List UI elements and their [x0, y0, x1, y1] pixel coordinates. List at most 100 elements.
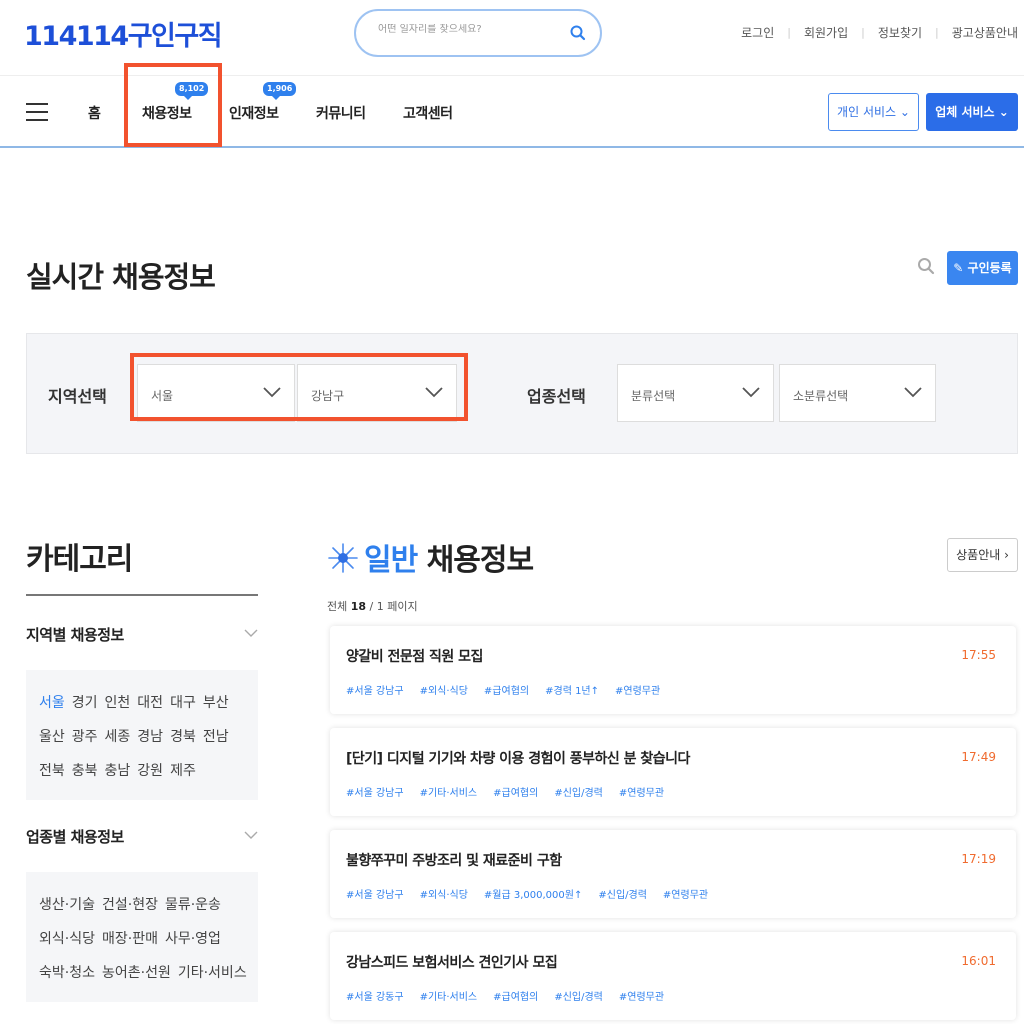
region-link[interactable]: 충남 — [105, 763, 131, 779]
job-tag[interactable]: #신입/경력 — [554, 788, 603, 799]
job-tag[interactable]: #외식·식당 — [420, 890, 468, 901]
job-card[interactable]: 불향쭈꾸미 주방조리 및 재료준비 구함 17:19 #서울 강남구 #외식·식당… — [330, 830, 1016, 918]
jobs-nav-highlight — [124, 63, 222, 147]
category-select-value: 분류선택 — [631, 389, 676, 403]
job-tag[interactable]: #서울 강남구 — [346, 788, 404, 799]
chevron-down-icon — [742, 387, 760, 398]
job-tag[interactable]: #서울 강남구 — [346, 686, 404, 697]
divider: | — [935, 26, 939, 39]
region-link[interactable]: 전북 — [39, 763, 65, 779]
job-time: 17:49 — [961, 750, 996, 764]
site-logo[interactable]: 114114구인구직 — [24, 14, 223, 53]
industry-row: 숙박·청소 농어촌·선원 기타·서비스 — [39, 962, 254, 982]
region-link[interactable]: 경북 — [170, 729, 196, 745]
find-info-link[interactable]: 정보찾기 — [878, 24, 922, 41]
region-link[interactable]: 전남 — [203, 729, 229, 745]
region-link[interactable]: 울산 — [39, 729, 65, 745]
menu-icon[interactable] — [26, 103, 48, 121]
job-tag[interactable]: #연령무관 — [619, 992, 664, 1003]
industry-link[interactable]: 사무·영업 — [165, 931, 221, 947]
job-tag[interactable]: #신입/경력 — [598, 890, 647, 901]
region-link-seoul[interactable]: 서울 — [39, 695, 65, 711]
job-tag[interactable]: #월급 3,000,000원↑ — [484, 890, 582, 901]
signup-link[interactable]: 회원가입 — [804, 24, 848, 41]
industry-row: 생산·기술 건설·현장 물류·운송 — [39, 894, 228, 914]
industry-link[interactable]: 매장·판매 — [102, 931, 158, 947]
job-card[interactable]: 강남스피드 보험서비스 견인기사 모집 16:01 #서울 강동구 #기타·서비스… — [330, 932, 1016, 1020]
register-job-button[interactable]: ✎ 구인등록 — [947, 251, 1018, 285]
region-link[interactable]: 인천 — [105, 695, 131, 711]
count-suffix: / 1 페이지 — [366, 600, 418, 613]
job-title[interactable]: 불향쭈꾸미 주방조리 및 재료준비 구함 — [346, 850, 562, 870]
personal-service-button[interactable]: 개인 서비스 ⌄ — [828, 93, 919, 131]
job-card[interactable]: 양갈비 전문점 직원 모집 17:55 #서울 강남구 #외식·식당 #급여협의 #경… — [330, 626, 1016, 714]
industry-link[interactable]: 생산·기술 — [39, 897, 95, 913]
job-tag[interactable]: #외식·식당 — [420, 686, 468, 697]
jobs-title-highlight: 일반 — [364, 543, 418, 578]
job-tag[interactable]: #서울 강남구 — [346, 890, 404, 901]
job-tags: #서울 강남구 #기타·서비스 #급여협의 #신입/경력 #연령무관 — [346, 784, 680, 799]
product-info-button[interactable]: 상품안내 › — [947, 538, 1018, 572]
ad-products-link[interactable]: 광고상품안내 — [952, 24, 1018, 41]
job-tag[interactable]: #서울 강동구 — [346, 992, 404, 1003]
industry-link[interactable]: 건설·현장 — [102, 897, 158, 913]
industry-label: 업종선택 — [527, 387, 586, 406]
region-link[interactable]: 경기 — [72, 695, 98, 711]
job-tag[interactable]: #연령무관 — [619, 788, 664, 799]
divider — [26, 594, 258, 596]
category-title: 카테고리 — [26, 542, 133, 577]
region-link[interactable]: 광주 — [72, 729, 98, 745]
industry-list: 생산·기술 건설·현장 물류·운송 외식·식당 매장·판매 사무·영업 숙박·청소 농어촌… — [26, 872, 258, 1002]
search-icon[interactable] — [916, 256, 936, 276]
divider: | — [787, 26, 791, 39]
job-tag[interactable]: #급여협의 — [484, 686, 529, 697]
region-link[interactable]: 대전 — [137, 695, 163, 711]
industry-link[interactable]: 기타·서비스 — [178, 965, 247, 981]
region-link[interactable]: 강원 — [137, 763, 163, 779]
utility-links: 로그인 | 회원가입 | 정보찾기 | 광고상품안내 — [741, 24, 1018, 41]
region-link[interactable]: 경남 — [137, 729, 163, 745]
job-tags: #서울 강동구 #기타·서비스 #급여협의 #신입/경력 #연령무관 — [346, 988, 680, 1003]
job-tags: #서울 강남구 #외식·식당 #급여협의 #경력 1년↑ #연령무관 — [346, 682, 676, 697]
subcategory-select-value: 소분류선택 — [793, 389, 849, 403]
subcategory-select[interactable]: 소분류선택 — [779, 364, 936, 422]
region-link[interactable]: 부산 — [203, 695, 229, 711]
job-title[interactable]: 양갈비 전문점 직원 모집 — [346, 646, 483, 666]
nav-community[interactable]: 커뮤니티 — [316, 103, 366, 123]
job-tag[interactable]: #기타·서비스 — [420, 992, 478, 1003]
job-tag[interactable]: #신입/경력 — [554, 992, 603, 1003]
job-tag[interactable]: #급여협의 — [493, 992, 538, 1003]
region-link[interactable]: 세종 — [105, 729, 131, 745]
region-link[interactable]: 충북 — [72, 763, 98, 779]
login-link[interactable]: 로그인 — [741, 24, 774, 41]
search-box[interactable] — [354, 9, 602, 57]
divider: | — [861, 26, 865, 39]
job-tag[interactable]: #기타·서비스 — [420, 788, 478, 799]
nav-customer-center[interactable]: 고객센터 — [403, 103, 453, 123]
job-tag[interactable]: #연령무관 — [615, 686, 660, 697]
chevron-down-icon[interactable] — [244, 831, 258, 840]
job-title[interactable]: 강남스피드 보험서비스 견인기사 모집 — [346, 952, 558, 972]
company-service-button[interactable]: 업체 서비스 ⌄ — [926, 93, 1018, 131]
chevron-down-icon[interactable] — [244, 629, 258, 638]
industry-link[interactable]: 숙박·청소 — [39, 965, 95, 981]
industry-link[interactable]: 외식·식당 — [39, 931, 95, 947]
job-title[interactable]: [단기] 디지털 기기와 차량 이용 경험이 풍부하신 분 찾습니다 — [346, 748, 690, 768]
nav-home[interactable]: 홈 — [88, 103, 101, 123]
region-jobs-heading[interactable]: 지역별 채용정보 — [26, 624, 124, 645]
jobs-title-rest: 채용정보 — [417, 543, 534, 578]
nav-talent[interactable]: 인재정보 — [229, 103, 279, 123]
search-icon[interactable] — [568, 23, 588, 43]
region-link[interactable]: 제주 — [170, 763, 196, 779]
job-tag[interactable]: #급여협의 — [493, 788, 538, 799]
industry-link[interactable]: 농어촌·선원 — [102, 965, 171, 981]
industry-jobs-heading[interactable]: 업종별 채용정보 — [26, 826, 124, 847]
job-tag[interactable]: #연령무관 — [663, 890, 708, 901]
search-input[interactable] — [378, 24, 558, 35]
region-link[interactable]: 대구 — [170, 695, 196, 711]
industry-link[interactable]: 물류·운송 — [165, 897, 221, 913]
category-select[interactable]: 분류선택 — [617, 364, 774, 422]
job-tag[interactable]: #경력 1년↑ — [545, 686, 599, 697]
count-prefix: 전체 — [327, 600, 351, 613]
job-card[interactable]: [단기] 디지털 기기와 차량 이용 경험이 풍부하신 분 찾습니다 17:49… — [330, 728, 1016, 816]
